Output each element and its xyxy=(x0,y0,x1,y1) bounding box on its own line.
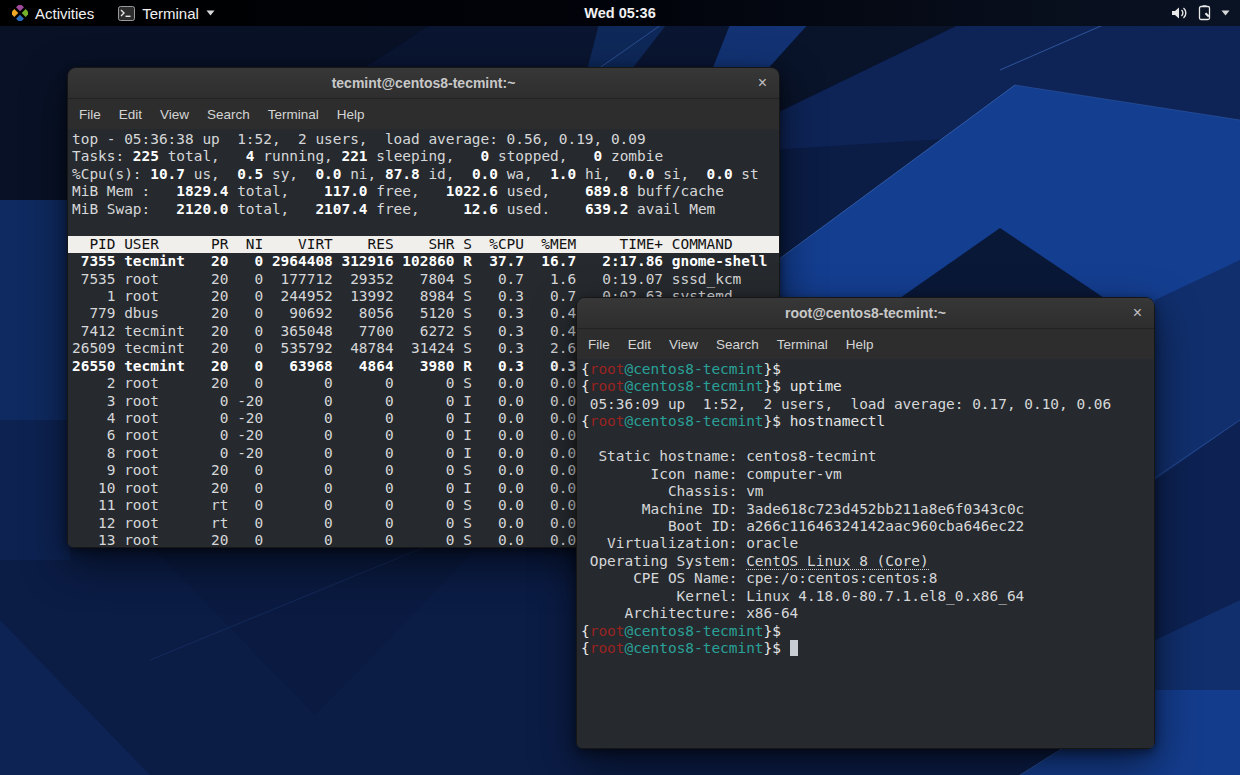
terminal-line: MiB Swap: 2120.0 total, 2107.4 free, 12.… xyxy=(68,201,779,218)
terminal-line: Architecture: x86-64 xyxy=(577,605,1154,622)
terminal-line xyxy=(577,431,1154,448)
terminal-line xyxy=(68,218,779,235)
terminal-line: CPE OS Name: cpe:/o:centos:centos:8 xyxy=(577,570,1154,587)
menu-item-file[interactable]: File xyxy=(579,337,619,352)
terminal-line: Icon name: computer-vm xyxy=(577,466,1154,483)
chevron-down-icon[interactable] xyxy=(1221,10,1230,16)
process-table-header: PID USER PR NI VIRT RES SHR S %CPU %MEM … xyxy=(68,236,779,253)
menu-item-search[interactable]: Search xyxy=(707,337,768,352)
terminal-line: {root@centos8-tecmint}$ xyxy=(577,623,1154,640)
terminal-line: Machine ID: 3ade618c723d452bb211a8e6f034… xyxy=(577,501,1154,518)
process-row: 7355 tecmint 20 0 2964408 312916 102860 … xyxy=(68,253,779,270)
window-titlebar[interactable]: root@centos8-tecmint:~ × xyxy=(577,298,1154,329)
menu-item-help[interactable]: Help xyxy=(328,107,374,122)
close-icon[interactable]: × xyxy=(758,75,767,91)
menu-item-file[interactable]: File xyxy=(70,107,110,122)
centos-logo-icon xyxy=(12,5,28,21)
clock[interactable]: Wed 05:36 xyxy=(584,5,655,21)
top-bar: Activities Terminal Wed 05:36 xyxy=(0,0,1240,26)
activities-button[interactable]: Activities xyxy=(8,5,98,22)
terminal-line: {root@centos8-tecmint}$ hostnamectl xyxy=(577,413,1154,430)
window-title: tecmint@centos8-tecmint:~ xyxy=(332,75,516,91)
volume-icon[interactable] xyxy=(1171,5,1189,21)
activities-label: Activities xyxy=(35,5,94,22)
terminal-line: Virtualization: oracle xyxy=(577,535,1154,552)
terminal-line: top - 05:36:38 up 1:52, 2 users, load av… xyxy=(68,131,779,148)
terminal-line: {root@centos8-tecmint}$ uptime xyxy=(577,378,1154,395)
battery-icon[interactable] xyxy=(1198,5,1212,21)
terminal-line: Boot ID: a266c11646324142aac960cba646ec2… xyxy=(577,518,1154,535)
app-menu-label: Terminal xyxy=(142,5,199,22)
terminal-line: Chassis: vm xyxy=(577,483,1154,500)
window-titlebar[interactable]: tecmint@centos8-tecmint:~ × xyxy=(68,68,779,99)
terminal-line: %Cpu(s): 10.7 us, 0.5 sy, 0.0 ni, 87.8 i… xyxy=(68,166,779,183)
menu-item-search[interactable]: Search xyxy=(198,107,259,122)
menu-item-edit[interactable]: Edit xyxy=(110,107,151,122)
menu-item-terminal[interactable]: Terminal xyxy=(259,107,328,122)
menu-item-view[interactable]: View xyxy=(151,107,198,122)
close-icon[interactable]: × xyxy=(1133,305,1142,321)
process-row: 7535 root 20 0 177712 29352 7804 S 0.7 1… xyxy=(68,271,779,288)
terminal-line: Static hostname: centos8-tecmint xyxy=(577,448,1154,465)
menu-bar: FileEditViewSearchTerminalHelp xyxy=(577,329,1154,359)
terminal-line: Operating System: CentOS Linux 8 (Core) xyxy=(577,553,1154,570)
terminal-app-icon xyxy=(118,6,135,21)
terminal-line: {root@centos8-tecmint}$ xyxy=(577,640,1154,657)
terminal-line: 05:36:09 up 1:52, 2 users, load average:… xyxy=(577,396,1154,413)
chevron-down-icon xyxy=(206,10,215,16)
menu-item-view[interactable]: View xyxy=(660,337,707,352)
menu-item-help[interactable]: Help xyxy=(837,337,883,352)
terminal-line: {root@centos8-tecmint}$ xyxy=(577,361,1154,378)
app-menu-terminal[interactable]: Terminal xyxy=(118,5,215,22)
terminal-output: {root@centos8-tecmint}${root@centos8-tec… xyxy=(577,359,1154,748)
terminal-line: MiB Mem : 1829.4 total, 117.0 free, 1022… xyxy=(68,183,779,200)
menu-item-edit[interactable]: Edit xyxy=(619,337,660,352)
menu-item-terminal[interactable]: Terminal xyxy=(768,337,837,352)
window-title: root@centos8-tecmint:~ xyxy=(785,305,946,321)
terminal-window-root: root@centos8-tecmint:~ × FileEditViewSea… xyxy=(576,297,1155,749)
terminal-line: Tasks: 225 total, 4 running, 221 sleepin… xyxy=(68,148,779,165)
menu-bar: FileEditViewSearchTerminalHelp xyxy=(68,99,779,129)
terminal-line: Kernel: Linux 4.18.0-80.7.1.el8_0.x86_64 xyxy=(577,588,1154,605)
